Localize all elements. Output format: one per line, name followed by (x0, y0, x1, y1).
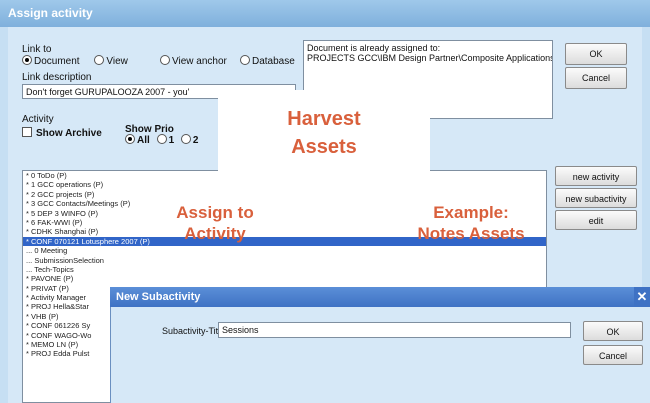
radio-view-anchor-label: View anchor (172, 56, 227, 67)
assigned-to-value: PROJECTS GCC\IBM Design Partner\Composit… (307, 53, 553, 63)
new-subactivity-titlebar: New Subactivity ✕ (110, 287, 650, 307)
radio-database-label: Database (252, 56, 295, 67)
list-item[interactable]: ... 0 Meeting (23, 246, 546, 255)
prio-1-label: 1 (168, 135, 175, 146)
radio-database[interactable]: Database (240, 55, 295, 67)
radio-document-indicator[interactable] (22, 55, 32, 66)
harvest-line2: Assets (291, 136, 357, 158)
activity-label: Activity (22, 114, 54, 125)
harvest-assets-caption: Harvest Assets (218, 105, 430, 161)
subactivity-cancel-button[interactable]: Cancel (583, 345, 643, 365)
window-titlebar: Assign activity (0, 0, 650, 27)
link-type-radio-group: Document View (22, 55, 128, 67)
show-archive-label: Show Archive (36, 128, 102, 139)
new-subactivity-title: New Subactivity (116, 291, 201, 303)
new-activity-button[interactable]: new activity (555, 166, 637, 186)
prio-2-radio[interactable]: 2 (180, 134, 199, 146)
prio-all-indicator[interactable] (125, 134, 135, 145)
list-item[interactable]: * PAVONE (P) (23, 274, 546, 283)
new-subactivity-button[interactable]: new subactivity (555, 188, 637, 208)
list-item[interactable]: ... Tech-Topics (23, 265, 546, 274)
window-title: Assign activity (8, 6, 93, 20)
radio-document[interactable]: Document (22, 55, 80, 67)
assign-to-activity-caption: Assign to Activity (150, 202, 280, 244)
example-line1: Example: (433, 203, 509, 222)
link-description-label: Link description (22, 72, 92, 83)
show-archive-box[interactable] (22, 127, 32, 138)
radio-database-indicator[interactable] (240, 55, 250, 66)
example-notes-assets-caption: Example: Notes Assets (396, 202, 546, 244)
list-item[interactable]: * 0 ToDo (P) (23, 171, 546, 180)
list-item[interactable]: * 1 GCC operations (P) (23, 180, 546, 189)
close-icon[interactable]: ✕ (634, 287, 650, 307)
show-archive-checkbox[interactable]: Show Archive (22, 127, 102, 139)
radio-document-label: Document (34, 56, 80, 67)
harvest-line1: Harvest (287, 108, 361, 130)
subactivity-title-input[interactable]: Sessions (218, 322, 571, 338)
prio-all-label: All (137, 135, 150, 146)
radio-view-indicator[interactable] (94, 55, 105, 66)
example-line2: Notes Assets (417, 224, 525, 243)
prio-radio-group: All 1 2 (125, 134, 199, 146)
subactivity-ok-button[interactable]: OK (583, 321, 643, 341)
list-item[interactable]: * 2 GCC projects (P) (23, 190, 546, 199)
list-item[interactable]: ... SubmissionSelection (23, 256, 546, 265)
prio-1-radio[interactable]: 1 (156, 134, 175, 146)
edit-button[interactable]: edit (555, 210, 637, 230)
prio-1-indicator[interactable] (156, 134, 167, 145)
assigned-to-label: Document is already assigned to: (307, 43, 441, 53)
radio-view[interactable]: View (94, 55, 128, 67)
prio-all-radio[interactable]: All (125, 134, 150, 146)
assign-line1: Assign to (176, 203, 254, 222)
assign-line2: Activity (184, 224, 246, 243)
radio-view-anchor[interactable]: View anchor (160, 55, 227, 67)
prio-2-indicator[interactable] (180, 134, 191, 145)
radio-view-label: View (106, 56, 128, 67)
show-prio-label: Show Prio (125, 124, 174, 135)
radio-view-anchor-indicator[interactable] (160, 55, 170, 66)
subactivity-title-label: Subactivity-Title (162, 326, 226, 336)
ok-button[interactable]: OK (565, 43, 627, 65)
link-to-label: Link to (22, 44, 52, 55)
prio-2-label: 2 (192, 135, 199, 146)
cancel-button[interactable]: Cancel (565, 67, 627, 89)
